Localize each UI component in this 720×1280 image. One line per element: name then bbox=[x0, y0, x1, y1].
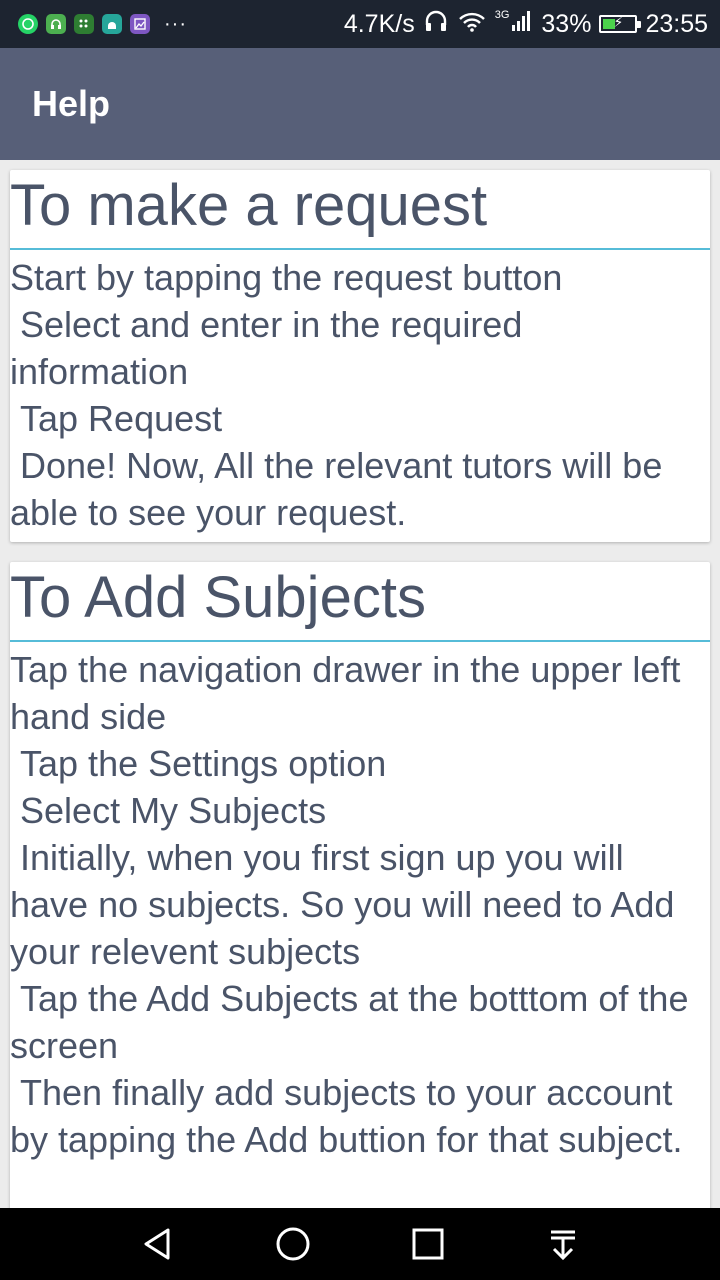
card-body: Start by tapping the request button Sele… bbox=[10, 257, 663, 533]
back-button[interactable] bbox=[128, 1214, 188, 1274]
help-card-add-subjects: To Add Subjects Tap the navigation drawe… bbox=[10, 562, 710, 1208]
network-type: 3G bbox=[494, 9, 510, 21]
blackberry-messenger-icon bbox=[74, 14, 94, 34]
net-speed: 4.7K/s bbox=[343, 9, 415, 38]
notification-shade-button[interactable] bbox=[533, 1214, 593, 1274]
battery-icon: ⚡ bbox=[599, 14, 642, 33]
android-app-icon bbox=[102, 14, 122, 34]
wifi-icon bbox=[457, 9, 487, 40]
back-icon bbox=[144, 1228, 169, 1260]
whatsapp-icon bbox=[18, 14, 38, 34]
status-indicators: 4.7K/s 3G 33% ⚡ 23:55 bbox=[344, 9, 708, 40]
recents-button[interactable] bbox=[398, 1214, 458, 1274]
card-body: Tap the navigation drawer in the upper l… bbox=[10, 649, 689, 1160]
home-button[interactable] bbox=[263, 1214, 323, 1274]
card-title: To make a request bbox=[10, 170, 710, 250]
help-card-make-request: To make a request Start by tapping the r… bbox=[10, 170, 710, 542]
gallery-app-icon bbox=[130, 14, 150, 34]
recents-icon bbox=[412, 1228, 443, 1260]
page-title: Help bbox=[32, 83, 111, 124]
card-title: To Add Subjects bbox=[10, 562, 710, 642]
signal-icon bbox=[511, 9, 533, 40]
more-notifications-icon: ··· bbox=[164, 12, 187, 35]
headset-app-icon bbox=[46, 14, 66, 34]
headphones-icon bbox=[423, 9, 449, 40]
system-nav-bar bbox=[0, 1208, 720, 1280]
help-content[interactable]: To make a request Start by tapping the r… bbox=[0, 160, 720, 1208]
notification-shade-icon bbox=[550, 1230, 575, 1261]
status-bar: ··· 4.7K/s 3G 33% ⚡ 23:55 bbox=[0, 0, 720, 48]
clock: 23:55 bbox=[645, 9, 708, 38]
app-bar: Help bbox=[0, 48, 720, 160]
notification-icons: ··· bbox=[18, 13, 187, 36]
home-icon bbox=[276, 1227, 309, 1261]
battery-percent: 33% bbox=[541, 9, 592, 38]
